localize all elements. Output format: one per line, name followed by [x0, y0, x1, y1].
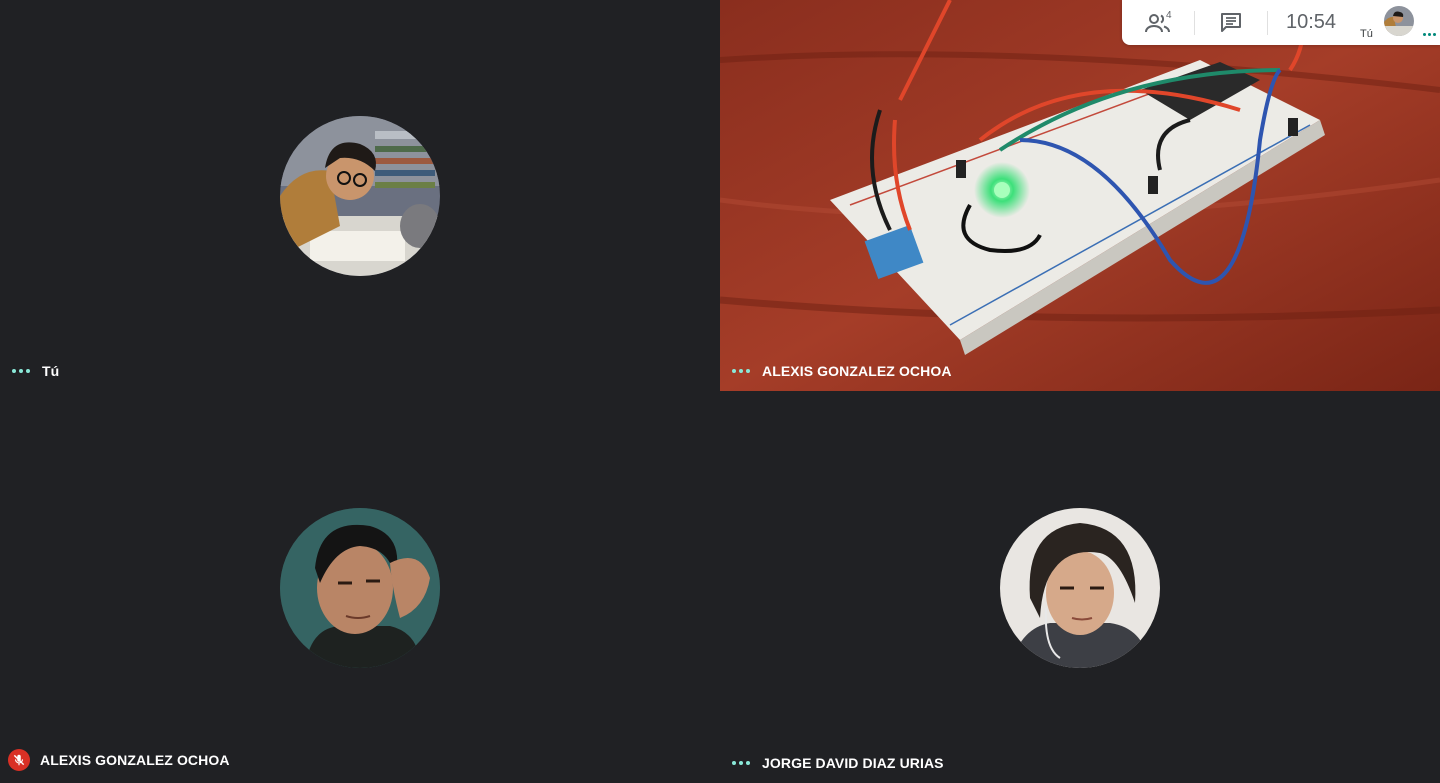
- participant-name-bar: ALEXIS GONZALEZ OCHOA: [8, 749, 230, 771]
- self-label: Tú: [1360, 28, 1373, 40]
- participant-name: ALEXIS GONZALEZ OCHOA: [40, 752, 230, 768]
- participant-tile-self[interactable]: Tú: [0, 0, 720, 391]
- chat-icon: [1221, 12, 1241, 32]
- participant-tile-muted[interactable]: ALEXIS GONZALEZ OCHOA: [0, 392, 720, 783]
- more-dots-icon[interactable]: [1423, 33, 1436, 36]
- people-button[interactable]: 4: [1122, 0, 1194, 45]
- participant-name: Tú: [42, 363, 60, 379]
- participant-video: [720, 0, 1440, 391]
- mic-off-icon: [8, 749, 30, 771]
- chat-button[interactable]: [1195, 0, 1267, 45]
- more-dots-icon[interactable]: [732, 369, 752, 373]
- self-view-thumbnail[interactable]: Tú: [1354, 0, 1440, 45]
- more-dots-icon[interactable]: [12, 369, 32, 373]
- participant-name-bar: Tú: [12, 363, 59, 379]
- participant-tile[interactable]: JORGE DAVID DIAZ URIAS: [720, 392, 1440, 783]
- meeting-info-bar: 4 10:54 Tú: [1122, 0, 1440, 45]
- meeting-clock: 10:54: [1285, 11, 1337, 33]
- participant-name: ALEXIS GONZALEZ OCHOA: [762, 363, 952, 379]
- participant-name: JORGE DAVID DIAZ URIAS: [762, 755, 944, 771]
- participant-name-bar: ALEXIS GONZALEZ OCHOA: [732, 363, 952, 379]
- participant-name-bar: JORGE DAVID DIAZ URIAS: [732, 755, 944, 771]
- participant-tile-video[interactable]: ALEXIS GONZALEZ OCHOA: [720, 0, 1440, 391]
- participant-avatar: [280, 508, 440, 668]
- people-count: 4: [1166, 10, 1172, 21]
- participant-avatar: [280, 116, 440, 276]
- self-avatar: [1384, 6, 1414, 36]
- meeting-grid: Tú ALEXIS GONZALEZ OCHOA ALEXIS GONZALEZ…: [0, 0, 1440, 783]
- participant-avatar: [1000, 508, 1160, 668]
- more-dots-icon[interactable]: [732, 761, 752, 765]
